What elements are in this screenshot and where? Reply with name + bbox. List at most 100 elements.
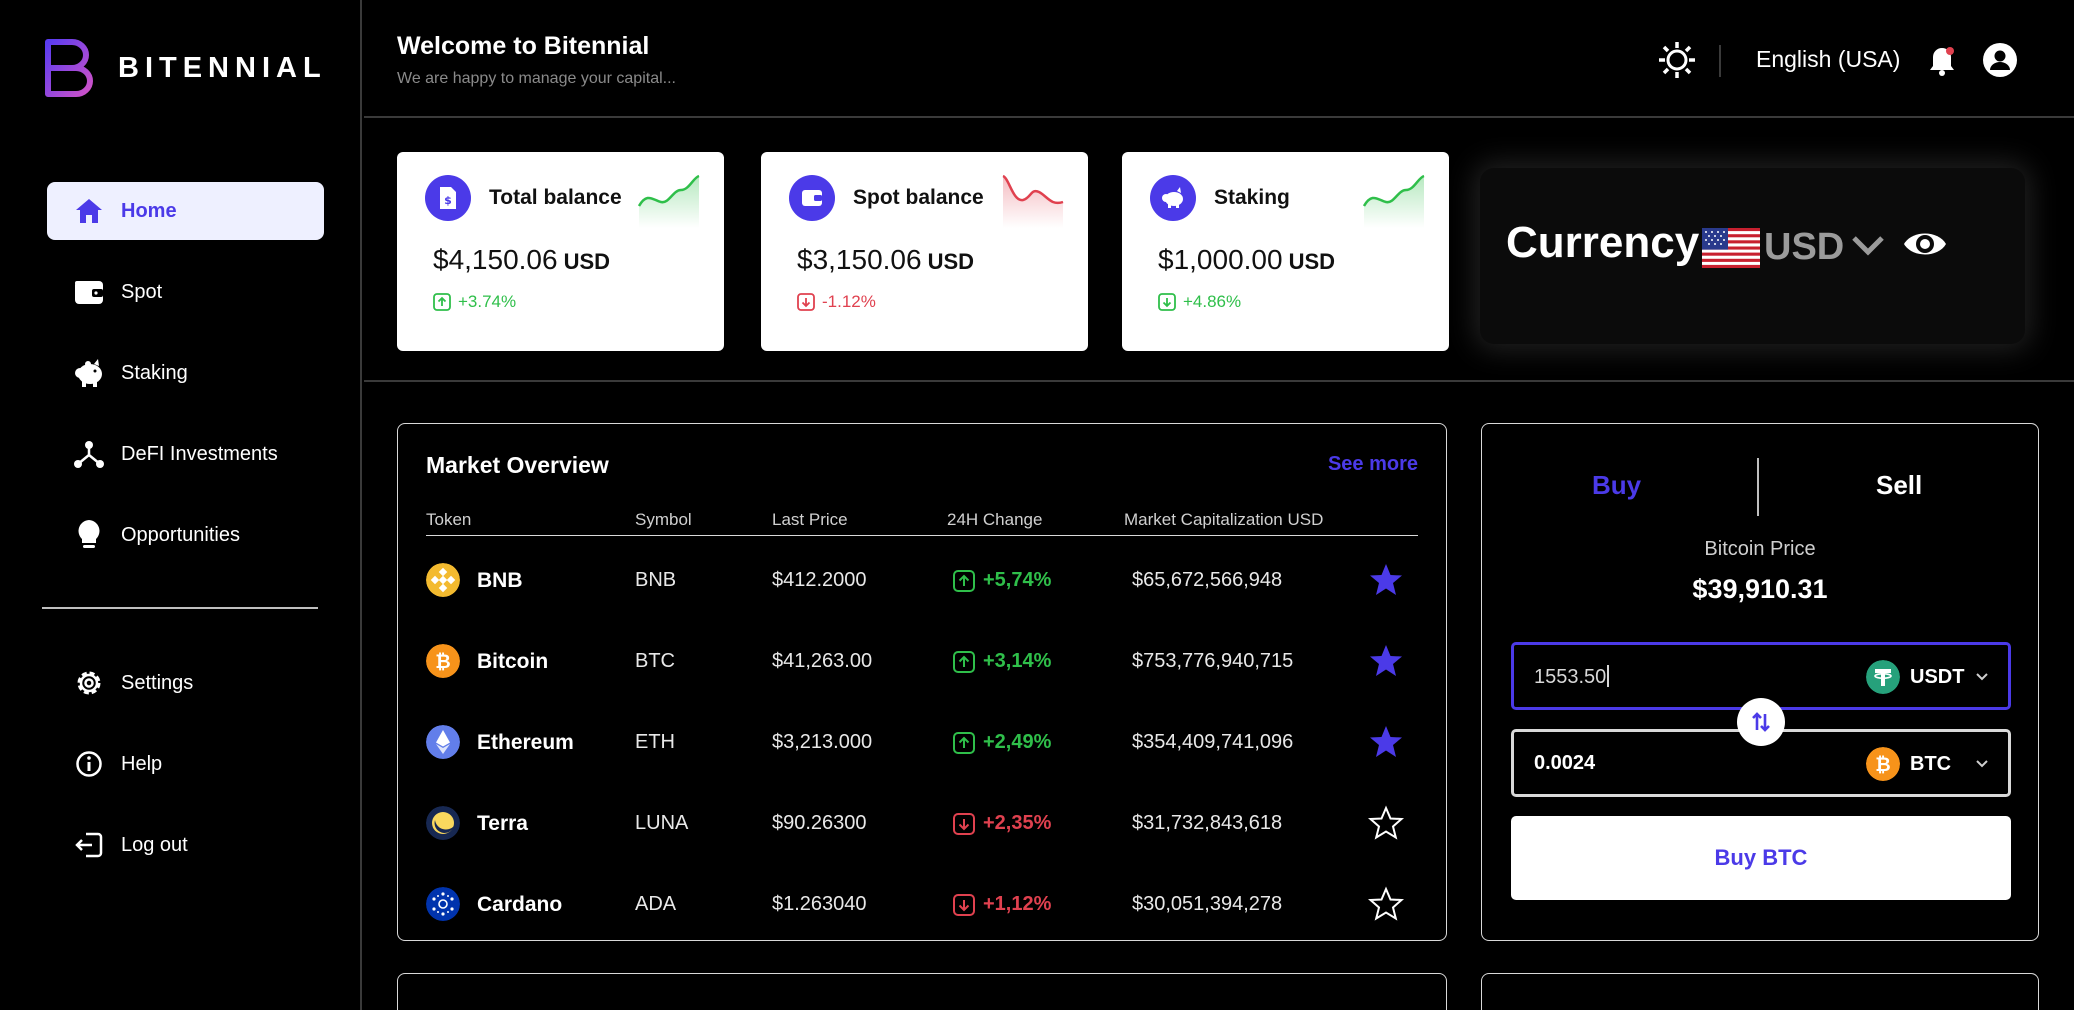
token-symbol: LUNA <box>635 812 689 834</box>
card-change: -1.12% <box>797 292 876 312</box>
header-separator <box>1719 45 1721 77</box>
user-avatar-icon[interactable] <box>1982 42 2018 78</box>
card-change: +3.74% <box>433 292 516 312</box>
sidebar-item-spot[interactable]: Spot <box>47 263 324 321</box>
bell-notification-icon[interactable] <box>1926 44 1958 78</box>
brand-name: BITENNIAL <box>118 51 327 84</box>
star-filled-icon[interactable] <box>1368 562 1404 598</box>
logout-icon <box>71 827 107 863</box>
card-amount: $4,150.06 USD <box>433 244 610 276</box>
currency-label: Currency <box>1506 218 1700 267</box>
token-name: Terra <box>477 812 528 835</box>
us-flag-icon <box>1702 228 1760 268</box>
table-row[interactable]: BNB BNB $412.2000 +5,74% $65,672,566,948 <box>426 550 1418 610</box>
receive-currency[interactable]: BTC <box>1910 753 1951 776</box>
token-market-cap: $65,672,566,948 <box>1132 569 1283 591</box>
sidebar-item-label: DeFI Investments <box>121 442 278 465</box>
tab-buy[interactable]: Buy <box>1592 470 1641 501</box>
token-name: Ethereum <box>477 731 574 754</box>
sidebar-item-logout[interactable]: Log out <box>47 816 324 874</box>
svg-text:$: $ <box>444 194 452 207</box>
sidebar-item-staking[interactable]: Staking <box>47 344 324 402</box>
trend-up-sparkline <box>1362 174 1425 228</box>
star-outline-icon[interactable] <box>1368 886 1404 922</box>
sidebar-item-defi[interactable]: DeFI Investments <box>47 425 324 483</box>
sidebar-item-settings[interactable]: Settings <box>47 654 324 712</box>
star-outline-icon[interactable] <box>1368 805 1404 841</box>
star-filled-icon[interactable] <box>1368 724 1404 760</box>
piggy-bank-icon <box>1150 175 1196 221</box>
document-dollar-icon: $ <box>425 175 471 221</box>
card-title: Staking <box>1214 186 1290 209</box>
page-title: Welcome to Bitennial <box>397 32 650 60</box>
column-header-market-cap: Market Capitalization USD <box>1124 510 1324 529</box>
arrow-down-icon <box>797 293 815 311</box>
arrow-up-icon <box>953 731 975 754</box>
amount-value: $4,150.06 <box>433 244 558 275</box>
receive-amount-input[interactable]: 0.0024 <box>1534 752 1595 775</box>
buy-btc-button[interactable]: Buy BTC <box>1511 816 2011 900</box>
amount-currency: USD <box>1288 249 1336 274</box>
trend-down-sparkline <box>1002 174 1064 228</box>
sidebar-item-help[interactable]: Help <box>47 735 324 793</box>
change-value: +1,12% <box>983 893 1052 915</box>
arrow-down-icon <box>1158 293 1176 311</box>
sun-theme-toggle-icon[interactable] <box>1657 40 1697 80</box>
token-change: +2,49% <box>953 731 1051 754</box>
star-filled-icon[interactable] <box>1368 643 1404 679</box>
amount-currency: USD <box>927 249 975 274</box>
eye-visibility-icon[interactable] <box>1902 224 1948 264</box>
token-name: Cardano <box>477 893 563 916</box>
change-value: -1.12% <box>822 292 876 311</box>
token-change: +2,35% <box>953 812 1051 835</box>
token-market-cap: $30,051,394,278 <box>1132 893 1283 915</box>
swap-arrows-icon <box>1752 712 1770 732</box>
home-icon <box>71 193 107 229</box>
see-more-link[interactable]: See more <box>1328 453 1418 476</box>
spot-balance-card[interactable]: Spot balance $3,150.06 USD -1.12% <box>761 152 1088 351</box>
sidebar-item-opportunities[interactable]: Opportunities <box>47 506 324 564</box>
brand[interactable]: BITENNIAL <box>40 36 327 100</box>
swap-button[interactable] <box>1737 698 1785 746</box>
piggy-bank-icon <box>71 355 107 391</box>
token-name: BNB <box>477 569 523 592</box>
chevron-down-icon[interactable] <box>1974 756 1990 772</box>
tab-sell[interactable]: Sell <box>1876 470 1922 501</box>
currency-selector[interactable]: Currency USD <box>1480 168 2025 344</box>
lightbulb-icon <box>71 517 107 553</box>
sidebar-item-label: Help <box>121 752 163 775</box>
table-row[interactable]: Cardano ADA $1.263040 +1,12% $30,051,394… <box>426 874 1418 934</box>
chevron-down-icon[interactable] <box>1974 669 1990 685</box>
table-row[interactable]: Ethereum ETH $3,213.000 +2,49% $354,409,… <box>426 712 1418 772</box>
staking-card[interactable]: Staking $1,000.00 USD +4.86% <box>1122 152 1449 351</box>
pay-amount-input[interactable]: 1553.50 <box>1534 665 1610 689</box>
price-value: $39,910.31 <box>1692 574 1828 604</box>
token-price: $1.263040 <box>772 893 867 915</box>
bnb-coin-icon <box>426 563 460 597</box>
currency-code: USD <box>1764 226 1845 268</box>
sidebar-item-label: Opportunities <box>121 523 240 546</box>
column-header-last-price: Last Price <box>772 510 848 529</box>
market-overview-panel: Market Overview See more Token Symbol La… <box>397 423 1447 941</box>
change-value: +4.86% <box>1183 292 1242 311</box>
sidebar-item-home[interactable]: Home <box>47 182 324 240</box>
bottom-panel-right <box>1481 973 2039 1010</box>
cardano-coin-icon <box>426 887 460 921</box>
tether-coin-icon <box>1866 660 1900 694</box>
sidebar-item-label: Log out <box>121 833 188 856</box>
total-balance-card[interactable]: $ Total balance $4,150.06 USD +3.74% <box>397 152 724 351</box>
sidebar-item-label: Staking <box>121 361 188 384</box>
sidebar-divider <box>42 607 318 609</box>
chevron-down-icon[interactable] <box>1850 230 1886 260</box>
token-symbol: ETH <box>635 731 675 753</box>
language-selector[interactable]: English (USA) <box>1756 46 1900 73</box>
card-amount: $1,000.00 USD <box>1158 244 1335 276</box>
text-cursor <box>1607 665 1610 687</box>
change-value: +2,35% <box>983 812 1052 834</box>
pay-currency[interactable]: USDT <box>1910 666 1964 689</box>
table-row[interactable]: Terra LUNA $90.26300 +2,35% $31,732,843,… <box>426 793 1418 853</box>
change-value: +3,14% <box>983 650 1052 672</box>
table-row[interactable]: ₿ Bitcoin BTC $41,263.00 +3,14% $753,776… <box>426 631 1418 691</box>
price-label: Bitcoin Price <box>1704 538 1816 560</box>
amount-currency: USD <box>563 249 611 274</box>
